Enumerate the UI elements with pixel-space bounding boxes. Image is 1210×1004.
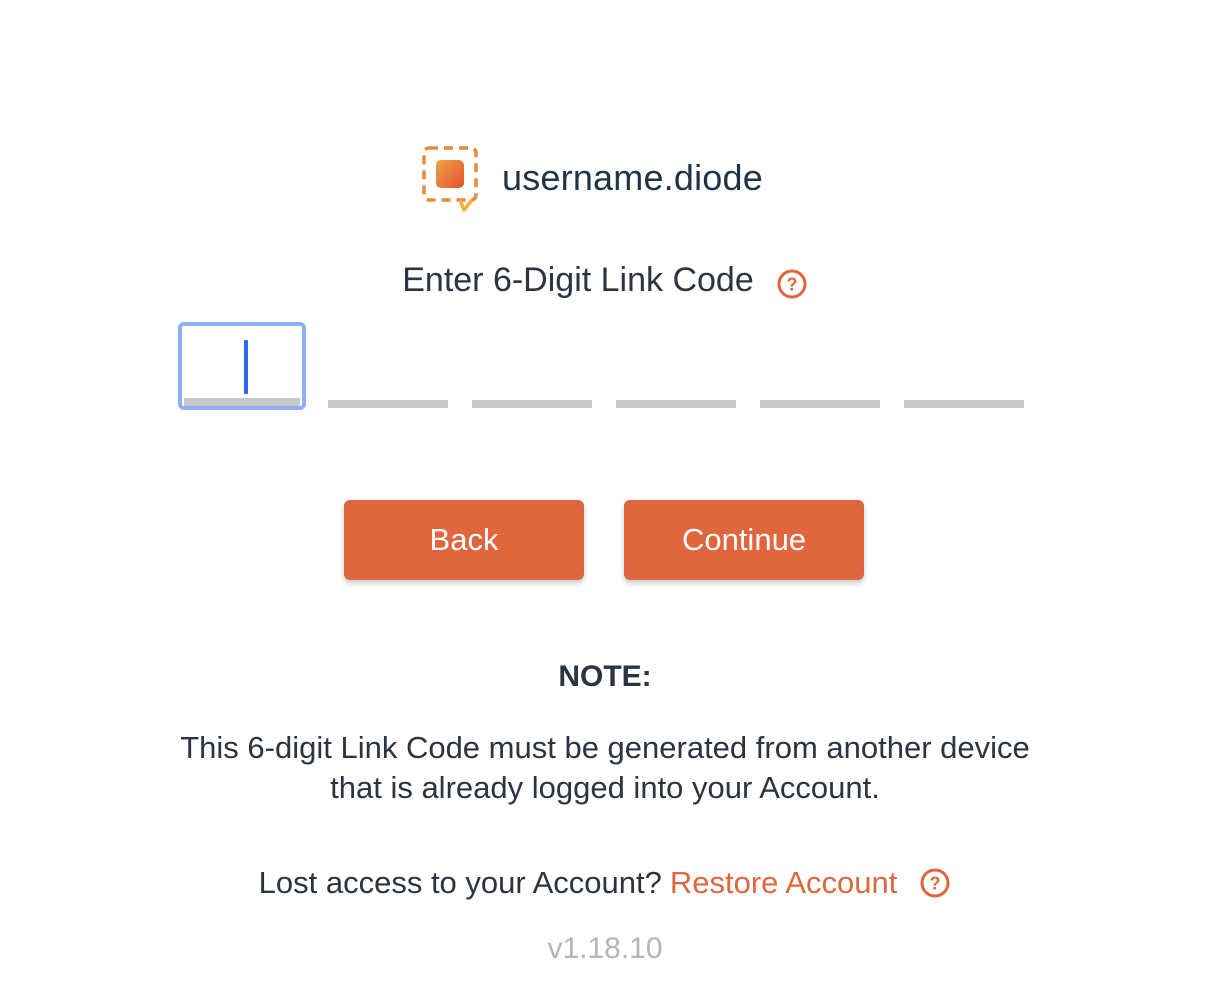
note-line-1: This 6-digit Link Code must be generated…	[180, 730, 1030, 765]
note-heading: NOTE:	[558, 660, 652, 693]
note-body: This 6-digit Link Code must be generated…	[0, 728, 1210, 808]
restore-prompt: Lost access to your Account?	[258, 865, 662, 900]
continue-button[interactable]: Continue	[624, 500, 864, 580]
code-digit-5[interactable]	[760, 322, 880, 408]
restore-account-row: Lost access to your Account? Restore Acc…	[0, 860, 1210, 906]
digit-underline	[904, 400, 1024, 408]
diode-logo-icon	[422, 146, 478, 212]
code-digit-2[interactable]	[328, 322, 448, 408]
question-circle-icon[interactable]: ?	[919, 867, 951, 899]
code-digit-6[interactable]	[904, 322, 1024, 408]
code-digit-1[interactable]	[178, 322, 306, 410]
restore-account-link[interactable]: Restore Account	[670, 865, 897, 901]
code-digit-3[interactable]	[472, 322, 592, 408]
brand-name: username.diode	[502, 157, 763, 198]
brand-header: username.diode	[420, 144, 763, 212]
svg-text:?: ?	[786, 275, 797, 295]
app-version: v1.18.10	[547, 932, 663, 965]
back-button[interactable]: Back	[344, 500, 584, 580]
note-line-2: that is already logged into your Account…	[330, 770, 880, 805]
digit-underline	[184, 398, 300, 406]
digit-underline	[760, 400, 880, 408]
link-code-title-row: Enter 6-Digit Link Code ?	[0, 252, 1210, 308]
link-code-input	[178, 322, 1038, 414]
text-caret	[244, 340, 248, 394]
link-code-title: Enter 6-Digit Link Code	[402, 260, 754, 299]
question-circle-icon[interactable]: ?	[776, 268, 808, 300]
digit-underline	[616, 400, 736, 408]
digit-underline	[472, 400, 592, 408]
digit-underline	[328, 400, 448, 408]
code-digit-4[interactable]	[616, 322, 736, 408]
svg-text:?: ?	[930, 874, 941, 894]
